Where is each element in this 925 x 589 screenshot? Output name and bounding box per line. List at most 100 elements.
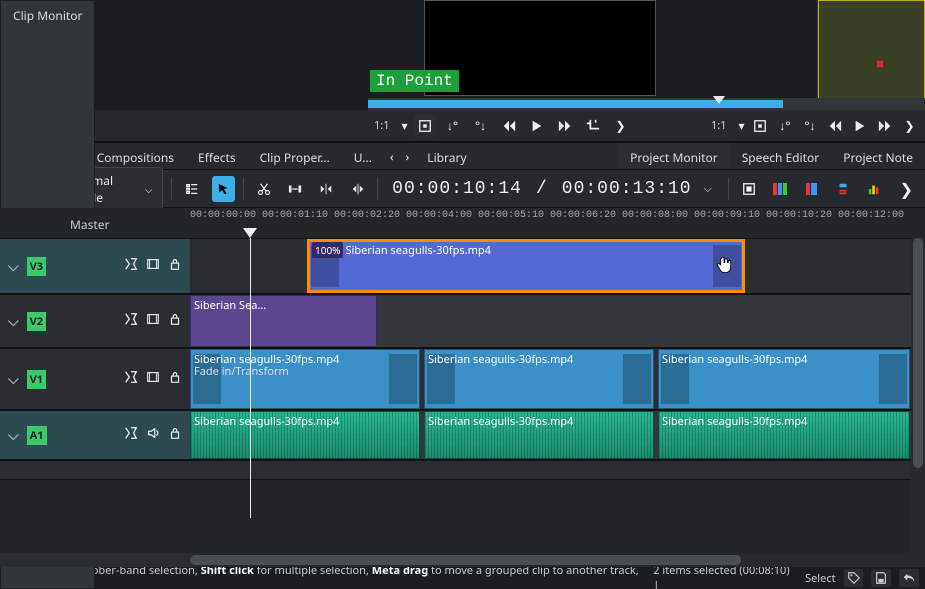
tab-project-notes[interactable]: Project Note: [831, 143, 925, 169]
timeline-ruler[interactable]: 00:00:00:0000:00:01:1000:00:02:2000:00:0…: [190, 208, 925, 238]
scroll-right-icon[interactable]: ›: [400, 148, 416, 165]
zone-start-icon[interactable]: ↓°: [776, 115, 795, 137]
ruler-tick: 00:00:01:10: [262, 210, 328, 221]
rewind-icon[interactable]: [498, 115, 520, 137]
clip-a1-1[interactable]: Siberian seagulls-30fps.mp4: [424, 411, 654, 459]
lock-icon[interactable]: [168, 426, 182, 444]
project-monitor-ruler[interactable]: [818, 98, 925, 110]
clip-monitor[interactable]: In Point: [368, 0, 817, 110]
chevron-right-icon[interactable]: ❯: [894, 178, 919, 200]
collapse-icon[interactable]: ⌵: [8, 312, 19, 331]
crop-icon[interactable]: [582, 115, 604, 137]
tab-effects[interactable]: Effects: [186, 143, 248, 169]
scroll-left-icon[interactable]: ‹: [384, 148, 400, 165]
tab-compositions[interactable]: Compositions: [85, 143, 186, 169]
tab-speech-editor[interactable]: Speech Editor: [730, 143, 832, 169]
chevron-down-icon[interactable]: ▾: [739, 117, 745, 134]
track-body-extra[interactable]: [190, 461, 925, 479]
zone-end-icon[interactable]: °↓: [470, 115, 492, 137]
mix-clips-icon[interactable]: [768, 176, 791, 202]
track-header-v3[interactable]: ⌵ V3: [0, 239, 190, 293]
save-icon[interactable]: [871, 569, 891, 587]
render-preview-icon[interactable]: [831, 176, 854, 202]
chevron-down-icon[interactable]: ⌵: [704, 181, 712, 196]
ruler-tick: 00:00:05:10: [478, 210, 544, 221]
undo-icon[interactable]: [899, 569, 919, 587]
effects-icon[interactable]: [124, 312, 138, 330]
chevron-right-icon[interactable]: ❯: [610, 115, 632, 137]
speaker-icon[interactable]: [146, 426, 160, 444]
ruler-tick: 00:00:10:20: [766, 210, 832, 221]
tag-icon[interactable]: [844, 569, 864, 587]
chevron-right-icon[interactable]: ❯: [900, 115, 919, 137]
chevron-down-icon[interactable]: ▾: [402, 117, 408, 134]
fullscreen-icon[interactable]: [414, 115, 436, 137]
timeline-config-icon[interactable]: [180, 176, 203, 202]
effects-icon[interactable]: [124, 370, 138, 388]
track-body-v3[interactable]: 100%Siberian seagulls-30fps.mp4: [190, 239, 925, 293]
clip-a1-0[interactable]: Siberian seagulls-30fps.mp4: [190, 411, 420, 459]
selection-tool-icon[interactable]: [212, 176, 235, 202]
clip-a1-2[interactable]: Siberian seagulls-30fps.mp4: [658, 411, 910, 459]
favorite-effects-icon[interactable]: [737, 176, 760, 202]
track-badge[interactable]: V2: [27, 312, 46, 331]
track-header-v2[interactable]: ⌵ V2: [0, 295, 190, 347]
clip-v1-1[interactable]: Siberian seagulls-30fps.mp4: [424, 349, 654, 409]
effects-icon[interactable]: [124, 257, 138, 275]
lock-icon[interactable]: [168, 370, 182, 388]
track-badge[interactable]: V1: [27, 370, 46, 389]
tab-project-monitor[interactable]: Project Monitor: [618, 143, 730, 169]
clip-monitor-ruler[interactable]: [368, 98, 817, 110]
project-monitor[interactable]: [817, 0, 925, 110]
track-header-a1[interactable]: ⌵ A1: [0, 411, 190, 459]
timeline-toolbar: ▾ Normal Mode ⌵ 00:00:10:14 / 00:00:13:1…: [0, 170, 925, 208]
insert-zone-icon[interactable]: [315, 176, 338, 202]
master-label[interactable]: Master: [0, 208, 190, 233]
track-body-v2[interactable]: Siberian Sea…: [190, 295, 925, 347]
collapse-icon[interactable]: ⌵: [8, 257, 19, 276]
track-body-v1[interactable]: Siberian seagulls-30fps.mp4 Fade in/Tran…: [190, 349, 925, 409]
clip-v2-0[interactable]: Siberian Sea…: [190, 295, 377, 347]
film-icon[interactable]: [146, 312, 160, 330]
lock-icon[interactable]: [168, 312, 182, 330]
tab-library[interactable]: Library: [415, 143, 478, 169]
playhead-icon[interactable]: [243, 228, 257, 238]
zone-start-icon[interactable]: ↓°: [442, 115, 464, 137]
spacer-tool-icon[interactable]: [283, 176, 306, 202]
track-badge[interactable]: A1: [27, 426, 47, 445]
timecode-position[interactable]: 00:00:10:14: [392, 179, 522, 199]
vertical-scrollbar[interactable]: [911, 238, 925, 567]
tab-clip-properties[interactable]: Clip Proper…: [248, 143, 342, 169]
audio-levels-icon[interactable]: [862, 176, 885, 202]
track-body-a1[interactable]: Siberian seagulls-30fps.mp4 Siberian sea…: [190, 411, 925, 459]
forward-icon[interactable]: [875, 115, 894, 137]
razor-tool-icon[interactable]: [252, 176, 275, 202]
track-header-extra[interactable]: [0, 461, 190, 479]
lock-icon[interactable]: [168, 257, 182, 275]
effects-icon[interactable]: [124, 426, 138, 444]
clip-v1-0[interactable]: Siberian seagulls-30fps.mp4 Fade in/Tran…: [190, 349, 420, 409]
clip-label: Siberian seagulls-30fps.mp4: [194, 414, 339, 429]
fullscreen-icon[interactable]: [751, 115, 770, 137]
clip-v1-2[interactable]: Siberian seagulls-30fps.mp4: [658, 349, 910, 409]
collapse-icon[interactable]: ⌵: [8, 426, 19, 445]
track-badge[interactable]: V3: [27, 257, 46, 276]
clip-v3-0[interactable]: 100%Siberian seagulls-30fps.mp4: [307, 239, 745, 293]
rewind-icon[interactable]: [825, 115, 844, 137]
overwrite-zone-icon[interactable]: [346, 176, 369, 202]
zone-end-icon[interactable]: °↓: [800, 115, 819, 137]
track-header-v1[interactable]: ⌵ V1: [0, 349, 190, 409]
play-icon[interactable]: [526, 115, 548, 137]
collapse-icon[interactable]: ⌵: [8, 370, 19, 389]
horizontal-scrollbar[interactable]: [0, 553, 925, 567]
zoom-ratio[interactable]: 1:1: [374, 118, 390, 133]
tab-undo[interactable]: U…: [342, 143, 384, 169]
forward-icon[interactable]: [554, 115, 576, 137]
play-icon[interactable]: [850, 115, 869, 137]
clip-playhead-icon[interactable]: [713, 96, 725, 104]
film-icon[interactable]: [146, 257, 160, 275]
film-icon[interactable]: [146, 370, 160, 388]
zoom-ratio-r[interactable]: 1:1: [711, 118, 727, 133]
tc-sep: /: [536, 179, 548, 199]
preview-render-icon[interactable]: [800, 176, 823, 202]
